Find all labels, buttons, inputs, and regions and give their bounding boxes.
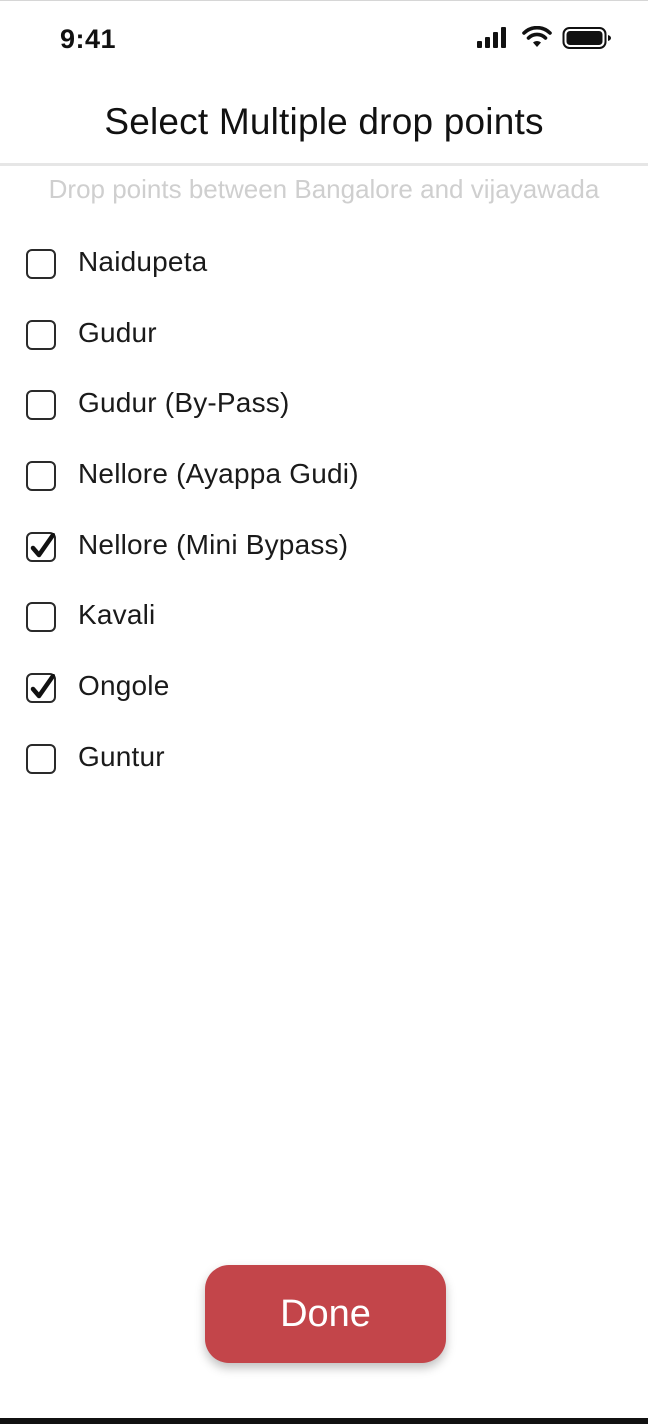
checkbox[interactable]: [26, 602, 56, 633]
checkbox[interactable]: [26, 319, 56, 350]
battery-icon: [562, 27, 611, 49]
drop-point-item[interactable]: Naidupeta: [0, 228, 648, 299]
checkbox[interactable]: [26, 673, 56, 704]
drop-point-item[interactable]: Kavali: [0, 581, 648, 652]
drop-point-item[interactable]: Nellore (Mini Bypass): [0, 511, 648, 582]
done-button[interactable]: Done: [205, 1265, 446, 1363]
checkbox[interactable]: [26, 390, 56, 421]
drop-point-label: Kavali: [78, 599, 156, 631]
checkbox[interactable]: [26, 743, 56, 774]
checkbox[interactable]: [26, 249, 56, 279]
drop-point-label: Naidupeta: [78, 246, 208, 277]
drop-point-item[interactable]: Nellore (Ayappa Gudi): [0, 440, 648, 511]
drop-point-label: Gudur: [78, 316, 157, 348]
frame-bottom-edge: [0, 1418, 648, 1424]
signal-icon: [477, 27, 506, 48]
drop-point-label: Gudur (By-Pass): [78, 387, 290, 419]
drop-point-item[interactable]: Guntur: [0, 723, 648, 794]
page-subtitle: Drop points between Bangalore and vijaya…: [48, 174, 600, 204]
drop-point-list: Naidupeta Gudur Gudur (By-Pass) Nellore …: [0, 228, 648, 794]
drop-point-label: Ongole: [78, 670, 170, 702]
drop-point-label: Guntur: [78, 740, 165, 772]
header-divider: [0, 163, 648, 166]
drop-point-label: Nellore (Mini Bypass): [78, 528, 349, 560]
status-bar: 9:41: [0, 0, 648, 80]
drop-point-item[interactable]: Gudur: [0, 299, 648, 370]
page-title: Select Multiple drop points: [104, 101, 544, 142]
checkbox[interactable]: [26, 461, 56, 492]
checkmark-icon: [30, 532, 55, 557]
wifi-icon: [522, 26, 552, 47]
status-icons: [476, 26, 616, 52]
status-time: 9:41: [60, 24, 117, 54]
drop-point-item[interactable]: Ongole: [0, 652, 648, 723]
checkbox[interactable]: [26, 531, 56, 562]
drop-point-item[interactable]: Gudur (By-Pass): [0, 369, 648, 440]
drop-point-label: Nellore (Ayappa Gudi): [78, 458, 359, 490]
checkmark-icon: [30, 674, 55, 699]
